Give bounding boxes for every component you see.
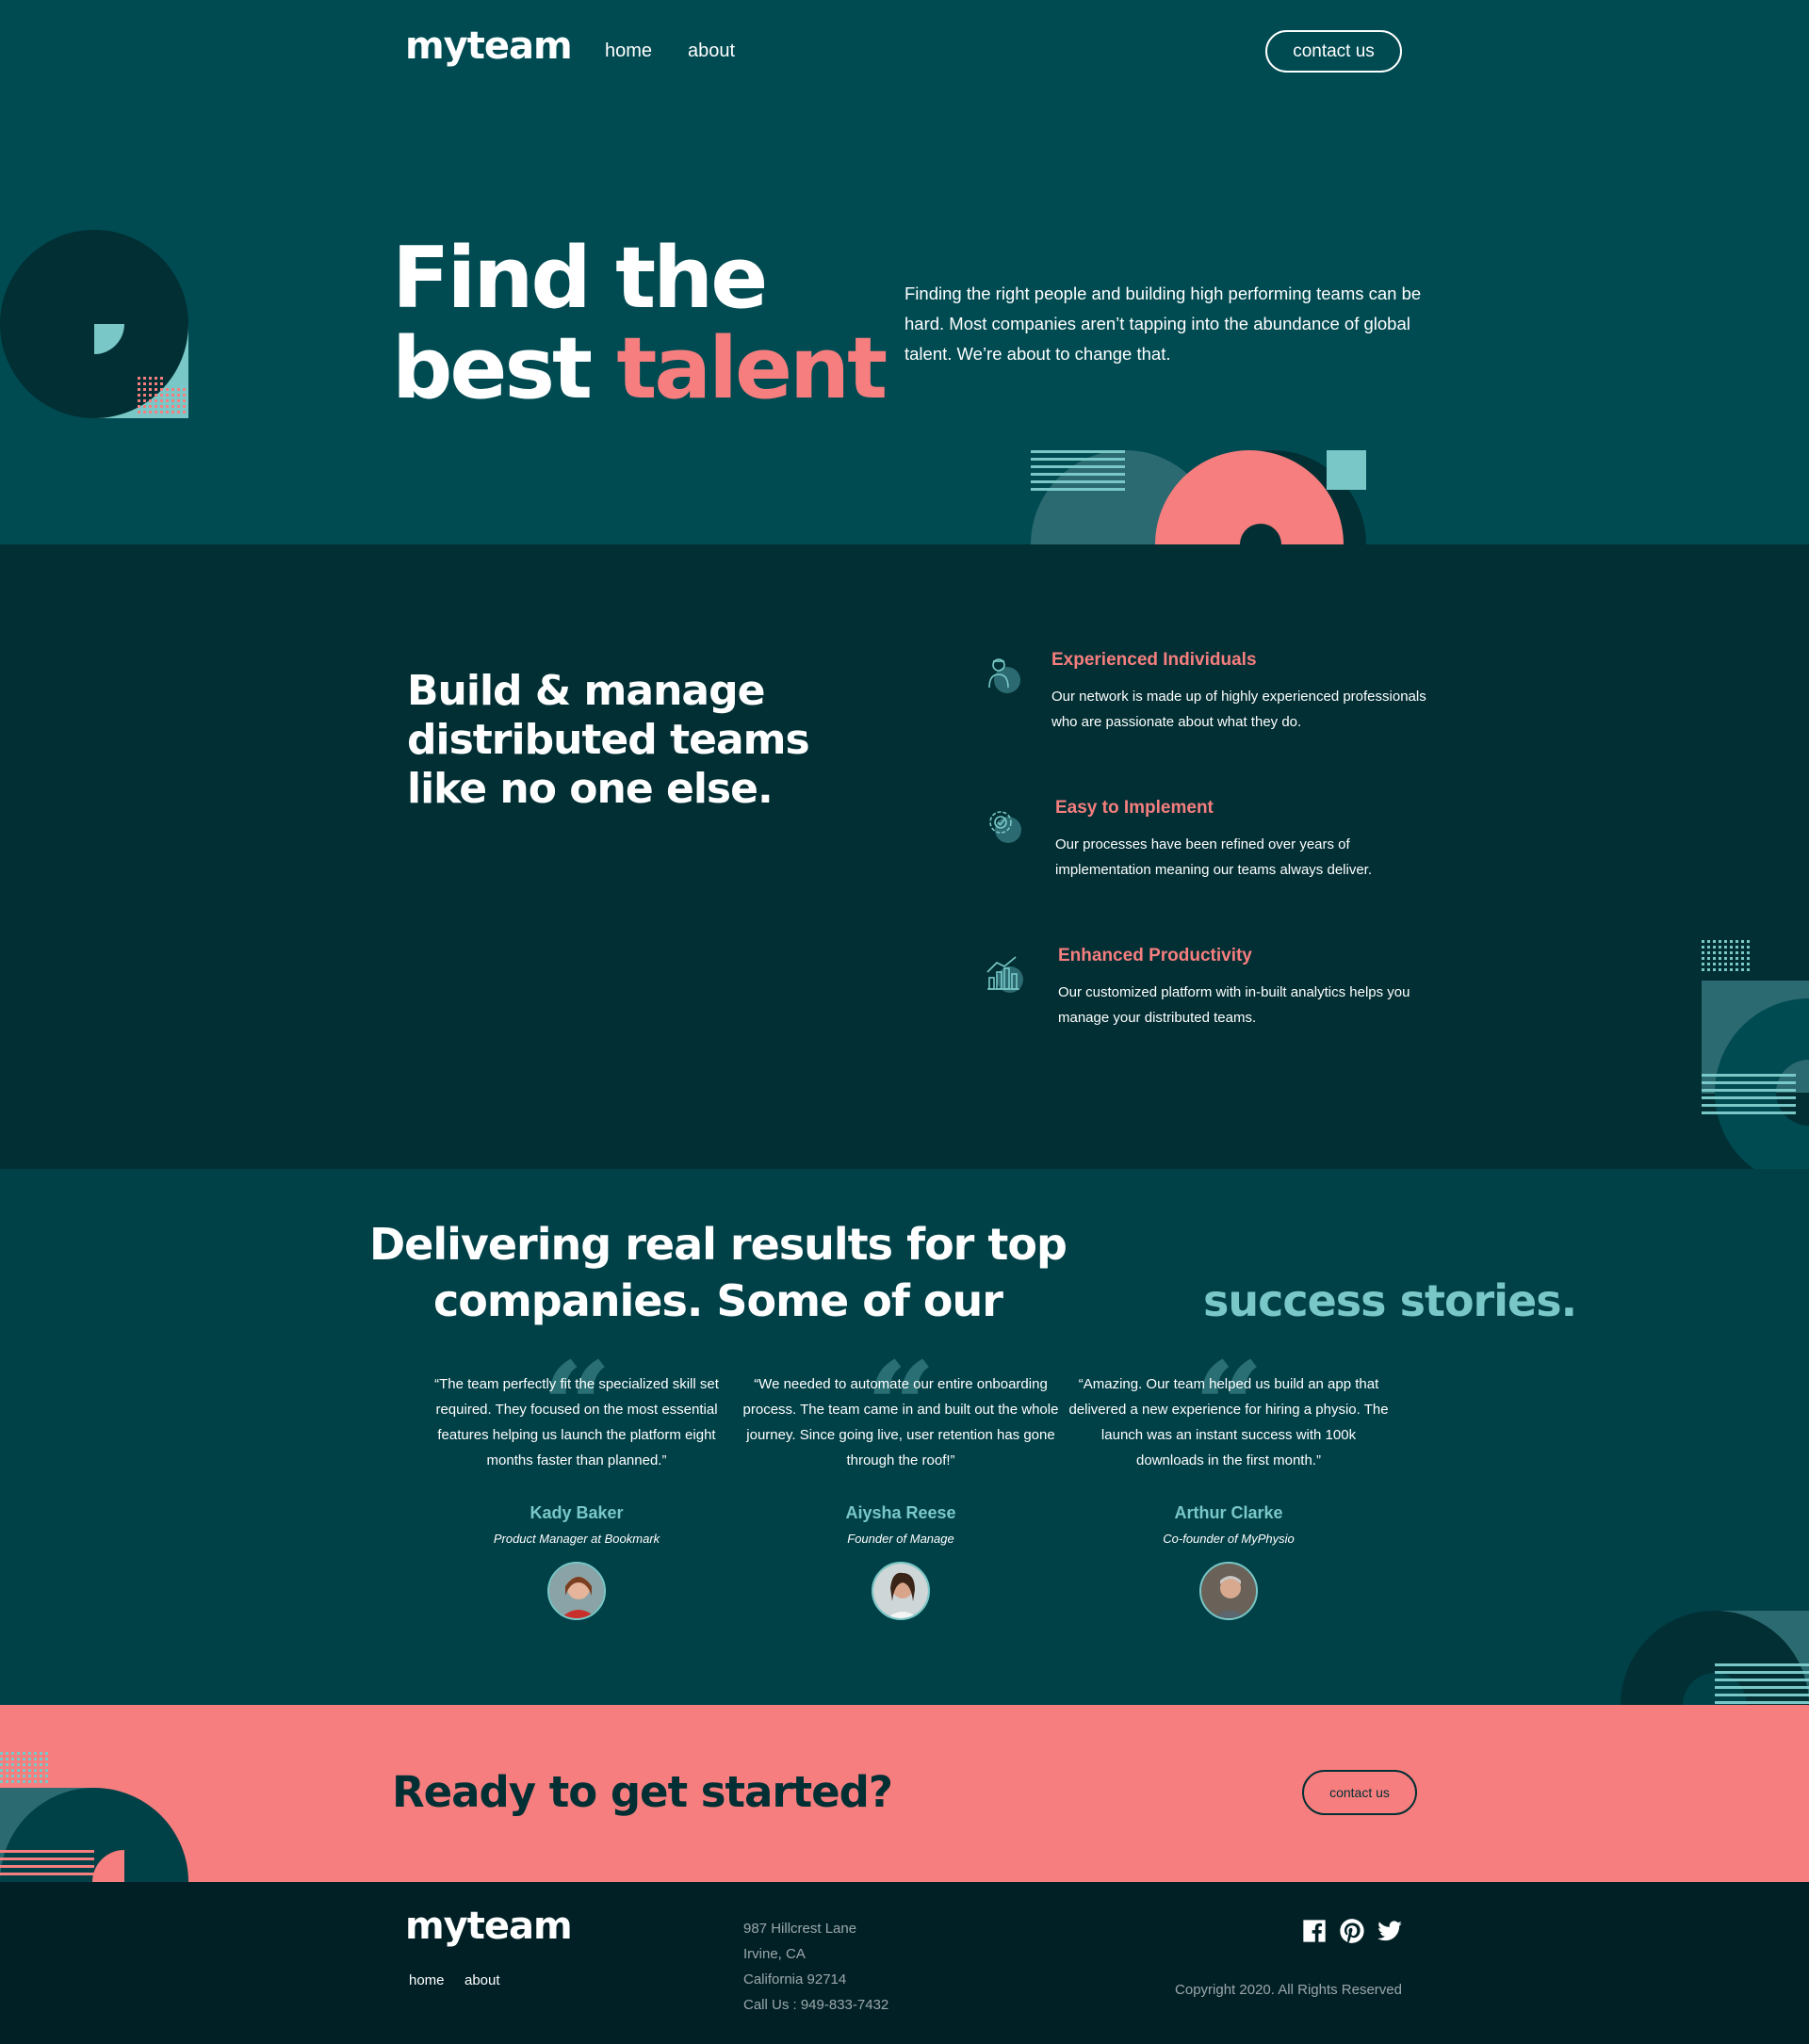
feature-title: Enhanced Productivity [1058, 946, 1252, 965]
site-footer: myteam home about 987 Hillcrest Lane Irv… [0, 1882, 1809, 2044]
testimonials-section: Delivering real results for top companie… [0, 1169, 1809, 1705]
footer-address: 987 Hillcrest Lane Irvine, CA California… [743, 1916, 888, 2018]
feature-text: Our customized platform with in-built an… [1058, 984, 1410, 1026]
features-section: Build & manage distributed teams like no… [0, 544, 1809, 1169]
address-line: 987 Hillcrest Lane [743, 1921, 857, 1937]
cta-section: Ready to get started? contact us [0, 1705, 1809, 1882]
hero-title-accent: talent [616, 319, 888, 418]
phone-line: Call Us : 949-833-7432 [743, 1997, 889, 2013]
avatar [547, 1562, 606, 1620]
nav-about-link[interactable]: about [688, 41, 735, 62]
hero-description: Finding the right people and building hi… [904, 284, 1422, 364]
testimonial-card: “ “We needed to automate our entire onbo… [741, 1346, 1061, 1620]
feature-title: Experienced Individuals [1051, 650, 1257, 670]
feature-text: Our processes have been refined over yea… [1055, 836, 1372, 878]
person-icon [988, 658, 1020, 693]
hero-left-decoration [0, 230, 188, 418]
gear-icon [989, 811, 1021, 843]
features-title: Build & manage distributed teams like no… [407, 667, 810, 813]
twitter-icon[interactable] [1377, 1918, 1403, 1944]
testimonial-role: Founder of Manage [847, 1532, 954, 1546]
footer-nav-about-link[interactable]: about [464, 1972, 500, 1988]
testimonial-name: Kady Baker [530, 1503, 624, 1522]
facebook-icon[interactable] [1301, 1918, 1328, 1944]
feature-title: Easy to Implement [1055, 798, 1214, 818]
hero-section: myteam home about contact us Find the be… [0, 0, 1809, 544]
cta-left-decoration [0, 1752, 188, 1882]
testimonials-title: Delivering real results for top companie… [0, 1216, 1809, 1329]
copyright-text: Copyright 2020. All Rights Reserved [1175, 1982, 1402, 1998]
avatar [1199, 1562, 1258, 1620]
footer-logo[interactable]: myteam [405, 1905, 573, 1948]
nav-home-link[interactable]: home [605, 41, 652, 62]
hero-title: Find the best talent [392, 234, 888, 414]
address-line: Irvine, CA [743, 1946, 806, 1962]
testimonial-role: Co-founder of MyPhysio [1163, 1532, 1295, 1546]
testimonial-role: Product Manager at Bookmark [493, 1532, 660, 1546]
testimonial-name: Arthur Clarke [1174, 1503, 1283, 1522]
logo[interactable]: myteam [405, 24, 573, 68]
testimonial-quote: “Amazing. Our team helped us build an ap… [1068, 1376, 1389, 1468]
testimonial-quote: “The team perfectly fit the specialized … [434, 1376, 719, 1468]
footer-nav-home-link[interactable]: home [409, 1972, 445, 1988]
testimonials-title-accent: success stories. [1202, 1275, 1577, 1326]
header-contact-button[interactable]: contact us [1265, 30, 1402, 73]
avatar [872, 1562, 930, 1620]
address-line: California 92714 [743, 1971, 847, 1987]
feature-text: Our network is made up of highly experie… [1051, 689, 1426, 730]
cta-contact-button[interactable]: contact us [1302, 1770, 1417, 1815]
testimonial-quote: “We needed to automate our entire onboar… [742, 1376, 1059, 1468]
chart-icon [986, 956, 1023, 993]
testimonial-card: “ “The team perfectly fit the specialize… [416, 1346, 737, 1620]
cta-title: Ready to get started? [392, 1767, 893, 1817]
hero-bottom-decoration [1031, 450, 1366, 544]
hero-title-prefix: best [392, 319, 617, 418]
hero-title-line1: Find the [392, 229, 768, 328]
testimonial-card: “ “Amazing. Our team helped us build an … [1068, 1346, 1389, 1620]
testimonials-right-decoration [1621, 1611, 1809, 1705]
features-right-decoration [1702, 940, 1809, 1169]
pinterest-icon[interactable] [1339, 1918, 1365, 1944]
testimonial-name: Aiysha Reese [845, 1503, 956, 1522]
testimonials-title-prefix: Delivering real results for top companie… [368, 1219, 1067, 1326]
